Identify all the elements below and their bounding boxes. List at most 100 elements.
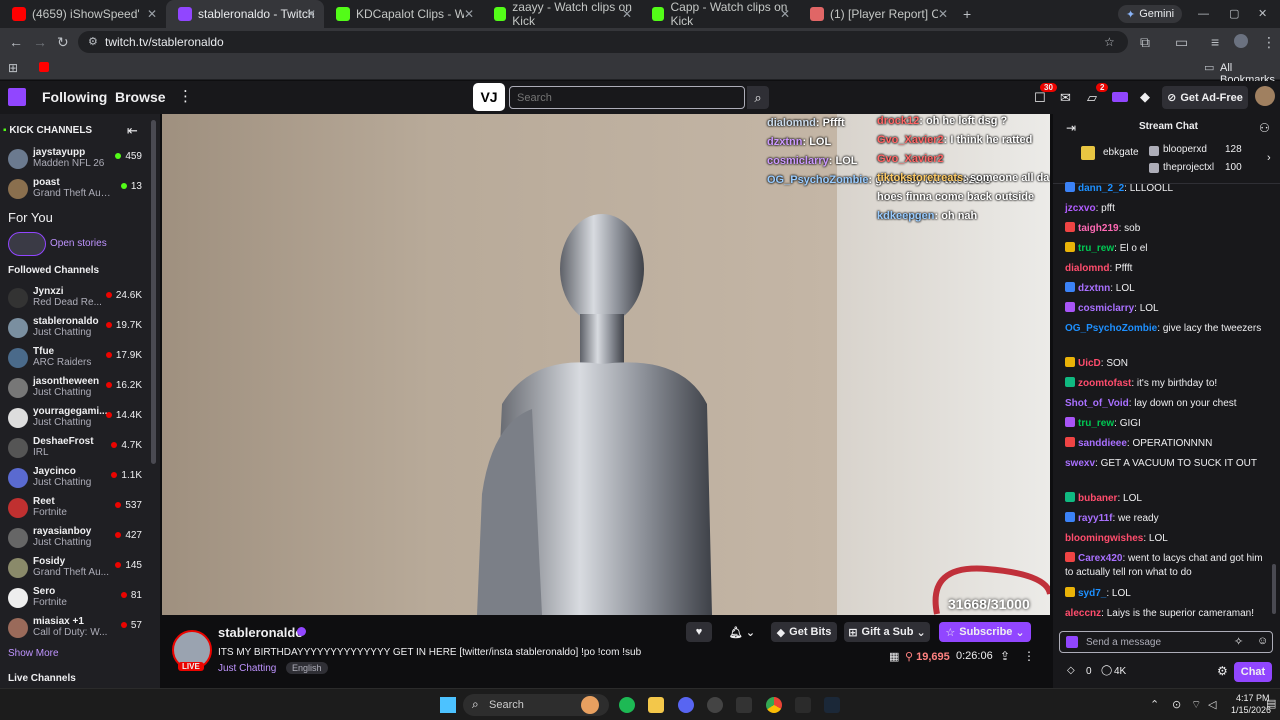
chat-username[interactable]: bubaner [1078, 493, 1117, 504]
sidepanel-icon[interactable]: ▭ [1175, 35, 1188, 49]
bits-chat-icon[interactable] [1066, 636, 1078, 648]
gemini-button[interactable]: ✦ Gemini [1118, 5, 1183, 23]
whispers-icon[interactable]: ▱ [1087, 90, 1097, 106]
sidebar-item-channel[interactable]: Tfue ARC Raiders 17.9K [0, 344, 150, 374]
notifications-bell-button[interactable]: 🔔︎ ⌄ [722, 622, 762, 642]
sidebar-item-channel[interactable]: stableronaldo Just Chatting 19.7K [0, 314, 150, 344]
sidebar-item-channel[interactable]: Reet Fortnite 537 [0, 494, 150, 524]
chat-send-button[interactable]: Chat [1234, 662, 1272, 682]
windows-start-icon[interactable] [440, 697, 456, 713]
reading-list-icon[interactable]: ≡ [1211, 35, 1219, 49]
share-icon[interactable]: ⇪ [1000, 649, 1010, 663]
chat-scrollbar[interactable] [1272, 564, 1276, 614]
extension-logo-icon[interactable]: VJ [473, 83, 505, 111]
sidebar-item-poast[interactable]: poast Grand Theft Aut... 13 [0, 175, 150, 205]
chat-username[interactable]: UicD [1078, 358, 1101, 369]
close-tab-icon[interactable]: ✕ [464, 7, 474, 21]
chat-username[interactable]: rayy11f [1078, 513, 1112, 524]
minimize-icon[interactable]: — [1198, 7, 1209, 21]
close-tab-icon[interactable]: ✕ [938, 7, 948, 21]
close-tab-icon[interactable]: ✕ [622, 7, 632, 21]
chat-username[interactable]: jzcxvo [1065, 203, 1096, 214]
sidebar-item-channel[interactable]: Jaycinco Just Chatting 1.1K [0, 464, 150, 494]
channel-points-icon[interactable]: ◇ [1067, 665, 1075, 676]
youtube-bookmark-icon[interactable] [39, 62, 49, 72]
profile-avatar[interactable] [1234, 34, 1248, 48]
url-field[interactable]: ⚙ twitch.tv/stableronaldo ☆ [78, 31, 1128, 53]
file-explorer-icon[interactable] [648, 697, 664, 713]
get-ad-free-button[interactable]: ⊘ Get Ad-Free [1162, 86, 1248, 109]
chat-username[interactable]: swexv [1065, 458, 1095, 469]
wifi-icon[interactable]: ⌔ [1191, 698, 1201, 712]
open-stories-link[interactable]: Open stories [50, 238, 107, 249]
maximize-icon[interactable]: ▢ [1229, 7, 1239, 21]
more-menu-icon[interactable]: ⋮ [178, 87, 193, 105]
notifications-icon[interactable]: ☐ [1034, 90, 1046, 106]
browser-menu-icon[interactable]: ⋮ [1262, 35, 1276, 49]
subscribe-button[interactable]: ☆ Subscribe ⌄ [939, 622, 1031, 642]
search-input[interactable] [509, 86, 745, 109]
new-tab-icon[interactable]: + [963, 7, 971, 21]
back-icon[interactable]: ← [9, 35, 23, 49]
users-in-chat-icon[interactable]: ⚇ [1259, 121, 1270, 135]
obs-icon[interactable] [707, 697, 723, 713]
microphone-icon[interactable]: ⊙ [1172, 698, 1181, 711]
twitch-logo-icon[interactable] [8, 88, 26, 106]
terminal-icon[interactable] [736, 697, 752, 713]
sidebar-scrollbar[interactable] [151, 120, 156, 464]
sidebar-item-jaystayupp[interactable]: jaystayupp Madden NFL 26 459 [0, 145, 150, 175]
reload-icon[interactable]: ↻ [57, 35, 69, 49]
inbox-icon[interactable]: ✉ [1060, 90, 1071, 106]
chat-username[interactable]: dzxtnn [1078, 283, 1110, 294]
chat-username[interactable]: OG_PsychoZombie [1065, 323, 1157, 334]
chat-username[interactable]: syd7_ [1078, 588, 1106, 599]
chat-username[interactable]: Shot_of_Void [1065, 398, 1129, 409]
bits-crystal-icon[interactable]: ◆ [1140, 89, 1150, 105]
chat-username[interactable]: cosmiclarry [1078, 303, 1134, 314]
follow-heart-button[interactable]: ♥ [686, 622, 712, 642]
close-window-icon[interactable]: ✕ [1258, 7, 1267, 21]
sidebar-item-channel[interactable]: Sero Fortnite 81 [0, 584, 150, 614]
theatre-mode-icon[interactable]: ▦ [889, 650, 899, 663]
points-circle-icon[interactable]: ◯ [1101, 665, 1112, 676]
chat-settings-icon[interactable]: ⚙ [1217, 664, 1228, 678]
chat-username[interactable]: taigh219 [1078, 223, 1119, 234]
browser-tab[interactable]: KDCapalot Clips - Watch Live o ✕ [324, 0, 482, 28]
chat-username[interactable]: aleccnz [1065, 608, 1101, 619]
notification-center-icon[interactable]: ▤ [1266, 697, 1276, 710]
chevron-right-icon[interactable]: › [1267, 152, 1271, 164]
browser-tab[interactable]: Capp - Watch clips on Kick ✕ [640, 0, 798, 28]
discord-icon[interactable] [678, 697, 694, 713]
sidebar-item-channel[interactable]: rayasianboy Just Chatting 427 [0, 524, 150, 554]
chat-username[interactable]: bloomingwishes [1065, 533, 1143, 544]
following-link[interactable]: Following [42, 89, 107, 105]
gift-sub-button[interactable]: ⊞ Gift a Sub ⌄ [844, 622, 930, 642]
browser-tab[interactable]: zaayy - Watch clips on Kick ✕ [482, 0, 640, 28]
prime-icon[interactable] [1112, 92, 1128, 102]
chat-username[interactable]: tru_rew [1078, 243, 1114, 254]
chat-username[interactable]: dann_2_2 [1078, 183, 1124, 194]
browse-link[interactable]: Browse [115, 89, 166, 105]
emote-picker-icon[interactable]: ☺ [1257, 635, 1268, 647]
sidebar-item-channel[interactable]: Fosidy Grand Theft Au... 145 [0, 554, 150, 584]
chat-username[interactable]: Carex420 [1078, 553, 1122, 564]
search-button[interactable]: ⌕ [747, 86, 769, 109]
video-player[interactable]: dialomnd: Pffft dzxtnn: LOL cosmiclarry:… [162, 114, 1050, 615]
chat-username[interactable]: zoomtofast [1078, 378, 1131, 389]
spotify-icon[interactable] [619, 697, 635, 713]
magic-icon[interactable]: ✧ [1234, 635, 1243, 648]
chat-username[interactable]: sanddieee [1078, 438, 1127, 449]
user-avatar[interactable] [1255, 86, 1275, 106]
language-tag[interactable]: English [286, 662, 328, 674]
category-link[interactable]: Just Chatting [218, 663, 276, 674]
collapse-chat-icon[interactable]: ⇥ [1066, 121, 1076, 135]
site-info-icon[interactable]: ⚙ [88, 35, 98, 49]
channel-name[interactable]: stableronaldo [218, 625, 303, 640]
chrome-icon[interactable] [766, 697, 782, 713]
sidebar-item-channel[interactable]: yourragegami... Just Chatting 14.4K [0, 404, 150, 434]
browser-tab[interactable]: (1) [Player Report] CallUpJefe | ✕ [798, 0, 956, 28]
chat-username[interactable]: dialomnd [1065, 263, 1109, 274]
close-tab-icon[interactable]: ✕ [780, 7, 790, 21]
forward-icon[interactable]: → [33, 35, 47, 49]
steam-icon[interactable] [824, 697, 840, 713]
